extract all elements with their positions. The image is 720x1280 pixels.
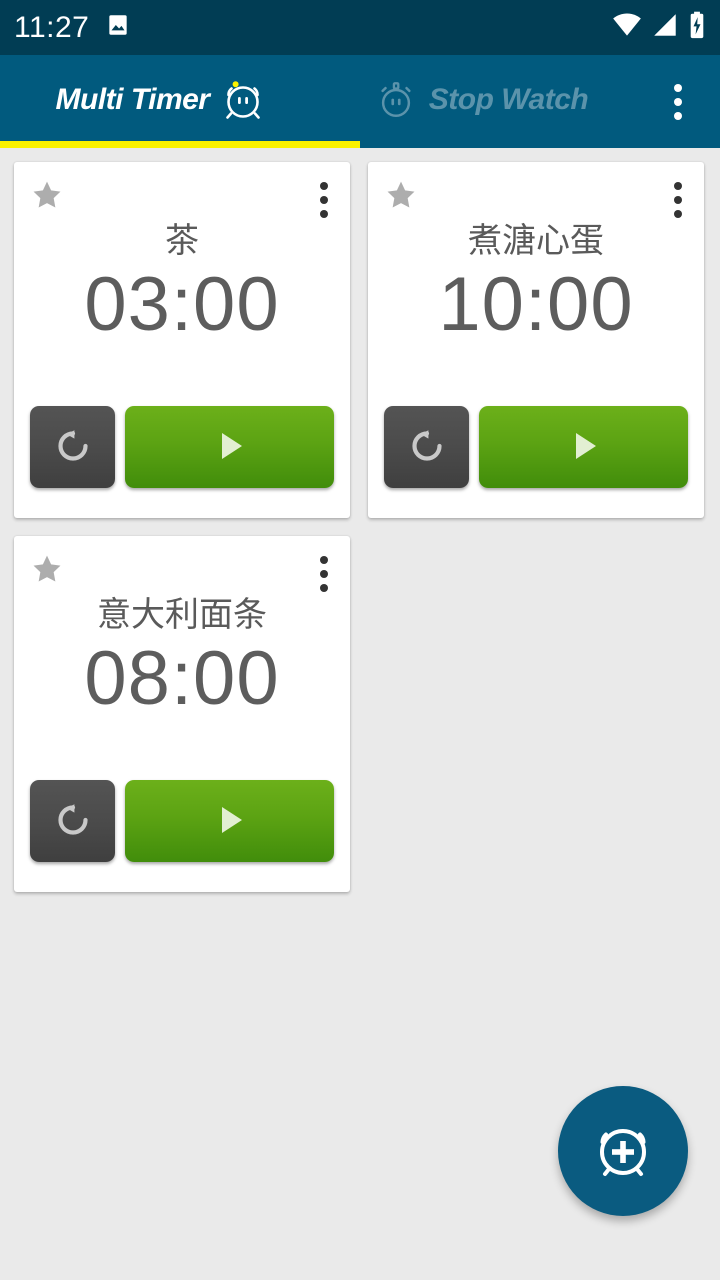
timer-time-display: 08:00 [84,635,280,721]
app-bar-overflow-menu-button[interactable] [642,55,714,148]
more-options-icon-dot [320,210,328,218]
tab-indicator-track [0,141,720,148]
play-icon [207,423,253,472]
timer-reset-button[interactable] [384,406,469,488]
more-options-icon-dot [320,182,328,190]
timer-controls [30,780,334,862]
timer-card-header [30,552,334,596]
star-icon[interactable] [30,552,64,586]
image-icon [105,12,131,43]
tab-stop-watch[interactable]: Stop Watch [321,55,642,148]
more-options-icon-dot [674,97,682,106]
tab-indicator-active [0,141,360,148]
timer-reset-button[interactable] [30,780,115,862]
more-options-icon-dot [320,570,328,578]
status-bar-system-icons [612,11,706,44]
more-options-icon-dot [320,556,328,564]
add-alarm-icon [588,1115,658,1188]
wifi-icon [612,12,642,43]
more-options-icon-dot [674,111,682,120]
timer-title: 煮溏心蛋 [468,222,604,260]
timer-start-button[interactable] [125,406,334,488]
alarm-clock-face-icon [221,78,265,122]
battery-charging-icon [688,11,706,44]
timer-card-menu-button[interactable] [314,552,334,596]
tab-bar: Multi Timer Stop Watch [0,55,642,148]
cellular-signal-icon [652,12,678,43]
tab-multi-timer[interactable]: Multi Timer [0,55,321,148]
status-bar-notification-icons [105,12,131,43]
timer-card-grid: 茶 03:00 煮溏心蛋 10:00 意大利面条 08:00 [0,148,720,892]
timer-card-menu-button[interactable] [668,178,688,222]
timer-card-header [30,178,334,222]
play-icon [561,423,607,472]
more-options-icon-dot [674,210,682,218]
tab-multi-timer-label: Multi Timer [55,82,210,116]
add-timer-fab[interactable] [558,1086,688,1216]
timer-title: 意大利面条 [97,596,267,634]
reset-icon [405,424,449,471]
reset-icon [51,424,95,471]
reset-icon [51,798,95,845]
star-icon[interactable] [30,178,64,212]
timer-card[interactable]: 意大利面条 08:00 [14,536,350,892]
timer-controls [384,406,688,488]
timer-card-header [384,178,688,222]
more-options-icon-dot [674,196,682,204]
timer-card-menu-button[interactable] [314,178,334,222]
timer-controls [30,406,334,488]
status-bar: 11:27 [0,0,720,55]
more-options-icon-dot [320,196,328,204]
timer-start-button[interactable] [125,780,334,862]
timer-card[interactable]: 煮溏心蛋 10:00 [368,162,704,518]
timer-title: 茶 [165,222,199,260]
timer-reset-button[interactable] [30,406,115,488]
tab-stop-watch-label: Stop Watch [428,82,589,116]
timer-start-button[interactable] [479,406,688,488]
timer-card[interactable]: 茶 03:00 [14,162,350,518]
app-bar: Multi Timer Stop Watch [0,55,720,148]
star-icon[interactable] [384,178,418,212]
play-icon [207,797,253,846]
more-options-icon-dot [320,584,328,592]
timer-time-display: 10:00 [438,261,634,347]
more-options-icon-dot [674,83,682,92]
more-options-icon-dot [674,182,682,190]
timer-time-display: 03:00 [84,261,280,347]
status-bar-clock: 11:27 [14,10,90,44]
stopwatch-face-icon [375,79,417,121]
